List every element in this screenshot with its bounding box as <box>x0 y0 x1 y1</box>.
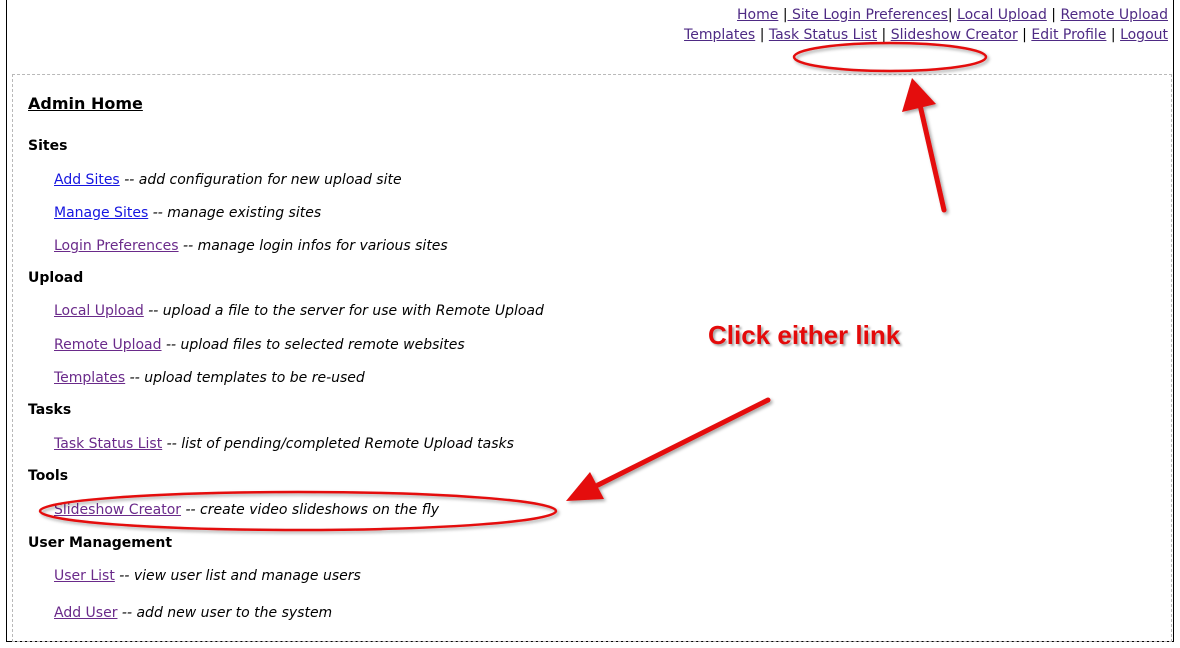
item-description: -- list of pending/completed Remote Uplo… <box>166 436 514 452</box>
item-description: -- create video slideshows on the fly <box>185 502 440 518</box>
item-description: -- view user list and manage users <box>119 568 361 584</box>
item-description: -- add configuration for new upload site <box>124 172 402 188</box>
item-description: -- manage existing sites <box>152 205 322 221</box>
item-description: -- upload templates to be re-used <box>129 370 365 386</box>
nav-link-home[interactable]: Home <box>737 7 778 23</box>
nav-separator: | <box>1051 7 1057 23</box>
section-heading-user-management: User Management <box>28 535 173 551</box>
remote-upload-link[interactable]: Remote Upload <box>54 337 162 353</box>
list-item-login-preferences: Login Preferences -- manage login infos … <box>54 238 448 254</box>
nav-link-templates[interactable]: Templates <box>684 27 755 43</box>
item-description: -- add new user to the system <box>121 605 333 621</box>
list-item-task-status-list: Task Status List -- list of pending/comp… <box>54 436 514 452</box>
list-item-templates: Templates -- upload templates to be re-u… <box>54 370 365 386</box>
nav-link-logout[interactable]: Logout <box>1120 27 1168 43</box>
list-item-manage-sites: Manage Sites -- manage existing sites <box>54 205 321 221</box>
list-item-remote-upload: Remote Upload -- upload files to selecte… <box>54 337 465 353</box>
section-heading-tools: Tools <box>28 468 69 484</box>
nav-link-local-upload[interactable]: Local Upload <box>957 7 1047 23</box>
nav-separator: | <box>759 27 765 43</box>
nav-separator: | <box>1022 27 1027 43</box>
nav-separator: | <box>947 7 953 23</box>
top-nav-row-2: Templates | Task Status List | Slideshow… <box>684 25 1168 45</box>
section-heading-tasks: Tasks <box>28 402 72 418</box>
annotation-label: Click either link <box>708 320 901 350</box>
top-nav-row-1: Home | Site Login Preferences| Local Upl… <box>684 5 1168 25</box>
task-status-list-link[interactable]: Task Status List <box>54 436 162 452</box>
nav-link-edit-profile[interactable]: Edit Profile <box>1031 27 1106 43</box>
page-title: Admin Home <box>28 94 143 113</box>
item-description: -- manage login infos for various sites <box>183 238 448 254</box>
nav-separator: | <box>881 27 887 43</box>
list-item-user-list: User List -- view user list and manage u… <box>54 568 361 584</box>
list-item-add-sites: Add Sites -- add configuration for new u… <box>54 172 402 188</box>
list-item-slideshow-creator: Slideshow Creator -- create video slides… <box>54 502 439 518</box>
list-item-add-user: Add User -- add new user to the system <box>54 605 332 621</box>
manage-sites-link[interactable]: Manage Sites <box>54 205 148 221</box>
top-navigation: Home | Site Login Preferences| Local Upl… <box>684 5 1168 45</box>
nav-link-site-login-preferences[interactable]: Site Login Preferences <box>788 7 948 23</box>
list-item-local-upload: Local Upload -- upload a file to the ser… <box>54 303 544 319</box>
nav-link-task-status-list[interactable]: Task Status List <box>769 27 877 43</box>
nav-link-remote-upload[interactable]: Remote Upload <box>1060 7 1168 23</box>
add-sites-link[interactable]: Add Sites <box>54 172 120 188</box>
user-list-link[interactable]: User List <box>54 568 115 584</box>
nav-separator: | <box>1110 27 1116 43</box>
local-upload-link[interactable]: Local Upload <box>54 303 144 319</box>
item-description: -- upload a file to the server for use w… <box>148 303 544 319</box>
section-heading-upload: Upload <box>28 270 84 286</box>
section-heading-sites: Sites <box>28 138 68 154</box>
login-preferences-link[interactable]: Login Preferences <box>54 238 179 254</box>
admin-panel <box>12 74 1172 642</box>
add-user-link[interactable]: Add User <box>54 605 117 621</box>
item-description: -- upload files to selected remote websi… <box>165 337 465 353</box>
templates-link[interactable]: Templates <box>54 370 125 386</box>
nav-link-slideshow-creator[interactable]: Slideshow Creator <box>891 27 1018 43</box>
slideshow-creator-link[interactable]: Slideshow Creator <box>54 502 181 518</box>
